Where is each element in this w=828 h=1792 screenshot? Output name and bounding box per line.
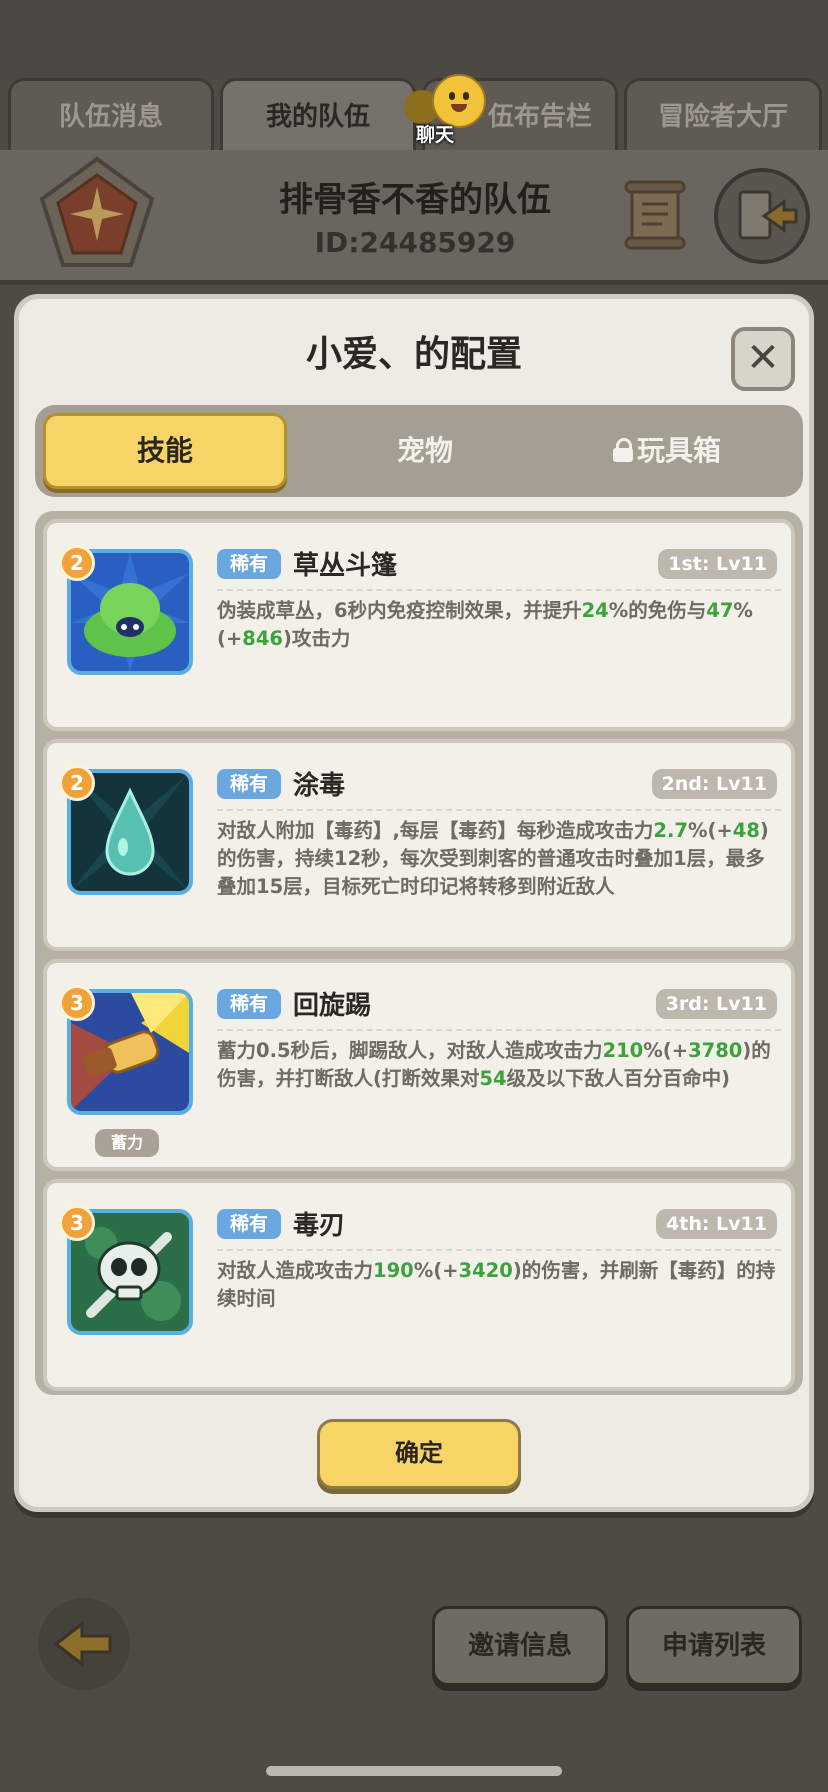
skill-number-badge: 3 — [59, 1205, 95, 1241]
highlight-value: 210 — [602, 1039, 644, 1062]
skill-number-badge: 3 — [59, 985, 95, 1021]
invite-info-button[interactable]: 邀请信息 — [432, 1606, 608, 1686]
rarity-badge: 稀有 — [217, 549, 281, 579]
apply-list-button[interactable]: 申请列表 — [626, 1606, 802, 1686]
chat-button[interactable]: 聊天 — [400, 70, 492, 150]
divider — [217, 1029, 781, 1031]
skill-description: 蓄力0.5秒后，脚踢敌人，对敌人造成攻击力210%(+3780)的伤害，并打断敌… — [217, 1039, 771, 1090]
skill-name: 回旋踢 — [293, 991, 372, 1021]
tab-my-team[interactable]: 我的队伍 — [220, 78, 416, 152]
skill-level: 1st: Lv11 — [658, 549, 777, 579]
rarity-badge: 稀有 — [217, 769, 281, 799]
tab-team-messages[interactable]: 队伍消息 — [8, 78, 214, 152]
team-id: ID:24485929 — [314, 226, 516, 259]
charge-tag: 蓄力 — [95, 1129, 159, 1157]
exit-door-icon — [738, 190, 798, 240]
divider — [217, 589, 781, 591]
exit-team-button[interactable] — [714, 168, 810, 264]
lock-icon — [612, 438, 633, 462]
skills-list: 2 稀有 草丛斗篷 1st: Lv11 伪装成草丛，6秒内免疫控制效果，并提升2… — [35, 511, 803, 1395]
highlight-value: 54 — [479, 1067, 507, 1090]
confirm-button[interactable]: 确定 — [317, 1419, 521, 1489]
tab-skills[interactable]: 技能 — [43, 413, 287, 489]
team-emblem-icon — [38, 155, 156, 273]
scroll-icon[interactable] — [622, 178, 688, 252]
highlight-value: 190 — [373, 1259, 414, 1282]
highlight-value: 48 — [732, 819, 760, 842]
divider — [217, 809, 781, 811]
highlight-value: 846 — [242, 627, 283, 650]
skill-description: 对敌人附加【毒药】,每层【毒药】每秒造成攻击力2.7%(+48)的伤害，持续12… — [217, 819, 769, 898]
status-area — [0, 0, 828, 80]
skill-card[interactable]: 2 稀有 草丛斗篷 1st: Lv11 伪装成草丛，6秒内免疫控制效果，并提升2… — [43, 519, 795, 731]
loadout-modal: 小爱、的配置 ✕ 技能 宠物 玩具箱 2 稀有 草丛斗篷 1st: Lv11 伪… — [14, 294, 814, 1512]
skill-card[interactable]: 3 蓄力 稀有 回旋踢 3rd: Lv11 蓄力0.5秒后，脚踢敌人，对敌人造成… — [43, 959, 795, 1171]
skill-number-badge: 2 — [59, 765, 95, 801]
back-arrow-icon — [53, 1620, 112, 1668]
highlight-value: 2.7 — [653, 819, 688, 842]
skill-card[interactable]: 2 稀有 涂毒 2nd: Lv11 对敌人附加【毒药】,每层【毒药】每秒造成攻击… — [43, 739, 795, 951]
tab-adventurer-hall[interactable]: 冒险者大厅 — [624, 78, 822, 152]
tab-toybox-label: 玩具箱 — [636, 434, 721, 467]
skill-name: 毒刃 — [293, 1211, 346, 1241]
team-name: 排骨香不香的队伍 — [279, 180, 551, 220]
skill-level: 3rd: Lv11 — [655, 989, 777, 1019]
skill-card[interactable]: 3 稀有 毒刃 4th: Lv11 对敌人造成攻击力190%(+3420)的伤害… — [43, 1179, 795, 1391]
chat-label: 聊天 — [416, 124, 455, 146]
highlight-value: 24 — [581, 599, 609, 622]
highlight-value: 3420 — [458, 1259, 513, 1282]
skill-number-badge: 2 — [59, 545, 95, 581]
skill-level: 2nd: Lv11 — [651, 769, 777, 799]
skill-level: 4th: Lv11 — [656, 1209, 777, 1239]
rarity-badge: 稀有 — [217, 989, 281, 1019]
divider — [217, 1249, 781, 1251]
skill-name: 涂毒 — [293, 771, 346, 801]
tab-pets[interactable]: 宠物 — [303, 413, 547, 489]
skill-description: 对敌人造成攻击力190%(+3420)的伤害，并刷新【毒药】的持续时间 — [217, 1259, 776, 1310]
home-indicator — [266, 1766, 562, 1776]
close-button[interactable]: ✕ — [731, 327, 795, 391]
tab-toybox[interactable]: 玩具箱 — [545, 413, 789, 489]
modal-title: 小爱、的配置 — [305, 334, 522, 375]
skill-description: 伪装成草丛，6秒内免疫控制效果，并提升24%的免伤与47%(+846)攻击力 — [217, 599, 753, 650]
skill-name: 草丛斗篷 — [293, 551, 398, 581]
modal-tab-bar: 技能 宠物 玩具箱 — [35, 405, 803, 497]
highlight-value: 3780 — [688, 1039, 743, 1062]
rarity-badge: 稀有 — [217, 1209, 281, 1239]
highlight-value: 47 — [706, 599, 734, 622]
back-button[interactable] — [38, 1598, 130, 1690]
